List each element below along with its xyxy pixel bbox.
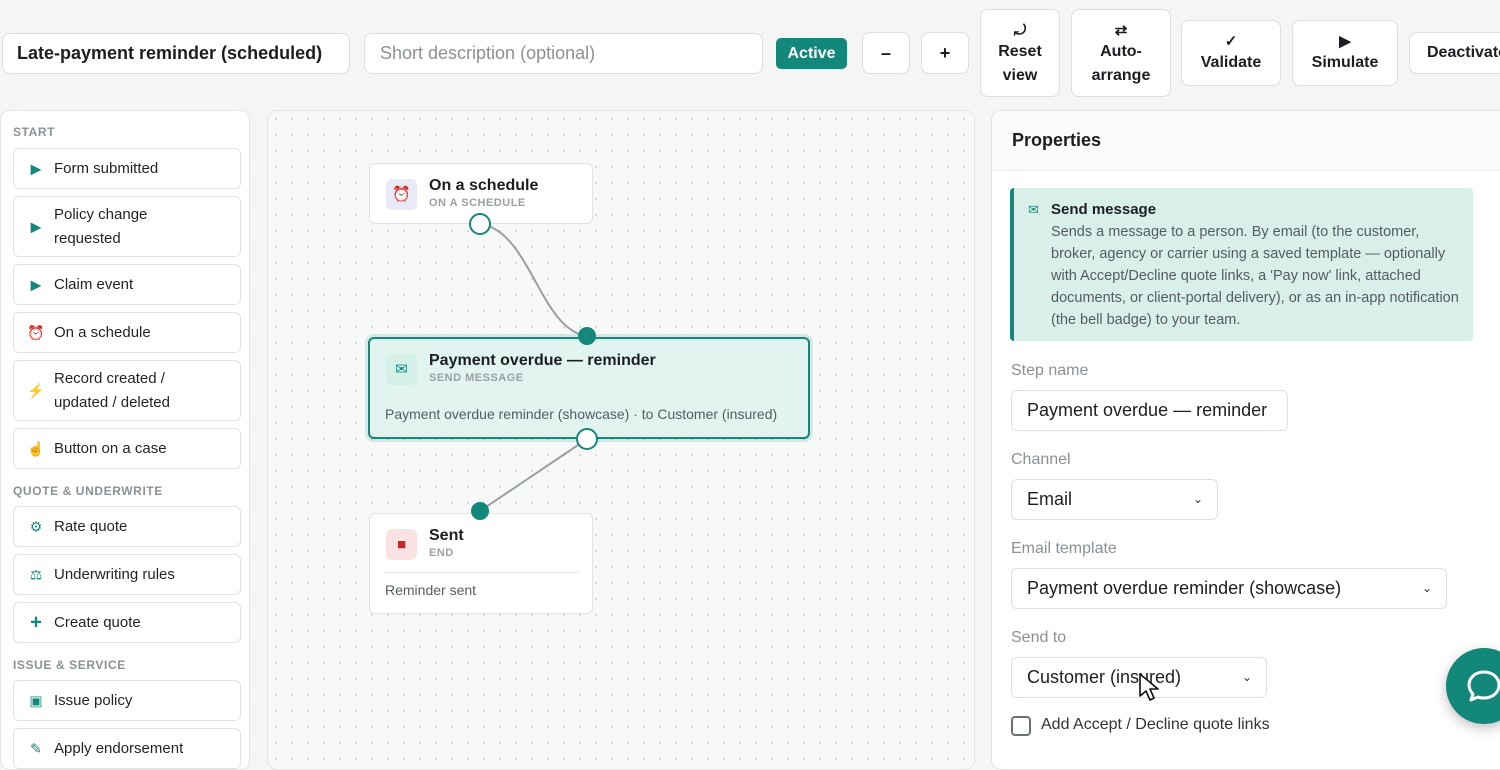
send-to-label: Send to xyxy=(1011,629,1067,646)
palette-item-label: On a schedule xyxy=(54,323,151,341)
chevron-down-icon: ⌄ xyxy=(1241,670,1252,684)
pointing-hand-icon: ☝ xyxy=(27,440,45,456)
properties-panel: Properties ✉ Send message Sends a messag… xyxy=(991,110,1500,770)
palette-item-label: Underwriting rules xyxy=(54,565,175,583)
properties-header: Properties xyxy=(992,111,1500,171)
play-icon: ▶ xyxy=(30,276,42,292)
email-template-value: Payment overdue reminder (showcase) xyxy=(1027,578,1342,598)
status-badge[interactable]: Active xyxy=(776,38,847,69)
quote-links-checkbox[interactable] xyxy=(1011,716,1031,736)
email-template-label: Email template xyxy=(1011,540,1117,557)
channel-value: Email xyxy=(1027,489,1073,509)
alarm-clock-icon: ⏰ xyxy=(27,324,45,340)
auto-arrange-button[interactable]: ⇄ Auto- arrange xyxy=(1071,9,1171,97)
palette-item-create-quote[interactable]: + Create quote xyxy=(13,602,241,643)
toolbar: Late-payment reminder (scheduled) Short … xyxy=(0,0,1500,104)
reset-view-button[interactable]: ⤾ Reset view xyxy=(980,9,1060,97)
chevron-down-icon: ⌄ xyxy=(1421,581,1432,595)
validate-label: Validate xyxy=(1200,54,1262,71)
reset-view-label-2: view xyxy=(1002,67,1038,84)
palette-item-label: Apply endorsement xyxy=(54,739,184,757)
palette-item-button-on-case[interactable]: ☝ Button on a case xyxy=(13,428,241,469)
play-icon: ▶ xyxy=(1339,33,1351,50)
node-end[interactable]: ■ Sent END Reminder sent xyxy=(369,513,593,614)
palette-section-start: START xyxy=(13,125,56,139)
gear-icon: ⚙ xyxy=(29,518,43,534)
palette-item-label: Rate quote xyxy=(54,517,128,535)
stop-icon: ■ xyxy=(386,529,417,560)
workflow-canvas[interactable]: ⏰ On a schedule ON A SCHEDULE ✉ Payment … xyxy=(267,110,975,770)
deactivate-button[interactable]: Deactivate xyxy=(1409,32,1500,74)
description-input[interactable]: Short description (optional) xyxy=(364,33,763,74)
workflow-name-input[interactable]: Late-payment reminder (scheduled) xyxy=(2,33,350,74)
node-title: Sent xyxy=(429,527,464,544)
deactivate-label: Deactivate xyxy=(1427,44,1500,61)
step-name-input[interactable]: Payment overdue — reminder xyxy=(1011,390,1288,431)
auto-arrange-label-1: Auto- xyxy=(1100,43,1142,60)
node-summary: Reminder sent xyxy=(385,582,477,598)
properties-title: Properties xyxy=(1012,130,1102,150)
node-subtitle: SEND MESSAGE xyxy=(429,372,524,384)
palette-item-record-changed[interactable]: ⚡ Record created / updated / deleted xyxy=(13,360,241,421)
play-icon: ▶ xyxy=(30,218,42,234)
scales-icon: ⚖ xyxy=(29,566,43,582)
palette-item-label: Issue policy xyxy=(54,691,133,709)
pencil-icon: ✎ xyxy=(30,740,42,756)
palette-item-label: Button on a case xyxy=(54,439,167,457)
alarm-clock-icon: ⏰ xyxy=(386,179,417,210)
email-template-select[interactable]: Payment overdue reminder (showcase) ⌄ xyxy=(1011,568,1447,609)
palette-item-label: Claim event xyxy=(54,275,134,293)
arrows-swap-icon: ⇄ xyxy=(1114,22,1128,39)
palette-item-on-a-schedule[interactable]: ⏰ On a schedule xyxy=(13,312,241,353)
envelope-icon: ✉ xyxy=(1028,202,1039,217)
palette-item-label: Policy change requested xyxy=(54,205,148,247)
reset-icon: ⤾ xyxy=(1013,22,1027,39)
node-subtitle: ON A SCHEDULE xyxy=(429,197,526,209)
palette-item-policy-change[interactable]: ▶ Policy change requested xyxy=(13,196,241,257)
palette-item-apply-endorsement[interactable]: ✎ Apply endorsement xyxy=(13,728,241,769)
simulate-button[interactable]: ▶ Simulate xyxy=(1292,20,1398,86)
mouse-cursor-icon xyxy=(1139,673,1159,701)
zoom-in-button[interactable]: + xyxy=(921,32,969,74)
node-send-message[interactable]: ✉ Payment overdue — reminder SEND MESSAG… xyxy=(368,337,810,439)
lightning-icon: ⚡ xyxy=(27,382,45,398)
palette-item-rate-quote[interactable]: ⚙ Rate quote xyxy=(13,506,241,547)
node-subtitle: END xyxy=(429,547,454,559)
node-divider xyxy=(385,572,579,573)
chevron-down-icon: ⌄ xyxy=(1192,492,1203,506)
step-name-label: Step name xyxy=(1011,362,1089,379)
reset-view-label-1: Reset xyxy=(998,43,1042,60)
palette-item-issue-policy[interactable]: ▣ Issue policy xyxy=(13,680,241,721)
palette-item-label: Record created / updated / deleted xyxy=(54,369,170,411)
plus-icon: + xyxy=(30,611,42,633)
chat-bubble-icon xyxy=(1467,670,1500,702)
step-palette: START ▶ Form submitted ▶ Policy change r… xyxy=(0,110,250,770)
palette-item-form-submitted[interactable]: ▶ Form submitted xyxy=(13,148,241,189)
document-icon: ▣ xyxy=(29,692,43,708)
envelope-icon: ✉ xyxy=(386,354,417,385)
zoom-out-button[interactable]: – xyxy=(862,32,910,74)
node-summary: Payment overdue reminder (showcase) · to… xyxy=(385,406,778,422)
palette-item-label: Create quote xyxy=(54,613,141,631)
node-trigger[interactable]: ⏰ On a schedule ON A SCHEDULE xyxy=(369,163,593,224)
palette-section-quote: QUOTE & UNDERWRITE xyxy=(13,484,163,498)
palette-item-claim-event[interactable]: ▶ Claim event xyxy=(13,264,241,305)
palette-item-underwriting-rules[interactable]: ⚖ Underwriting rules xyxy=(13,554,241,595)
auto-arrange-label-2: arrange xyxy=(1091,67,1151,84)
validate-button[interactable]: ✓ Validate xyxy=(1181,20,1281,86)
channel-label: Channel xyxy=(1011,451,1071,468)
node-title: Payment overdue — reminder xyxy=(429,352,656,369)
check-icon: ✓ xyxy=(1224,33,1238,50)
step-info-callout: ✉ Send message Sends a message to a pers… xyxy=(1010,188,1473,341)
play-icon: ▶ xyxy=(30,160,42,176)
info-title: Send message xyxy=(1051,201,1157,218)
node-title: On a schedule xyxy=(429,177,539,194)
channel-select[interactable]: Email ⌄ xyxy=(1011,479,1218,520)
quote-links-label[interactable]: Add Accept / Decline quote links xyxy=(1041,716,1270,734)
palette-item-label: Form submitted xyxy=(54,159,159,177)
simulate-label: Simulate xyxy=(1311,54,1379,71)
info-description: Sends a message to a person. By email (t… xyxy=(1051,224,1459,328)
palette-section-issue: ISSUE & SERVICE xyxy=(13,658,126,672)
